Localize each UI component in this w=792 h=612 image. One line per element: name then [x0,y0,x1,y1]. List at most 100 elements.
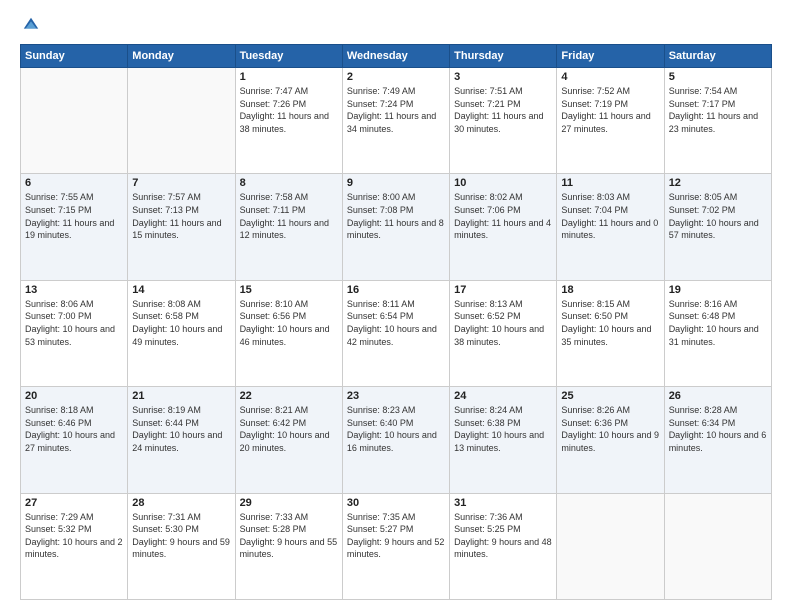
day-number: 9 [347,177,445,189]
day-info: Sunrise: 8:13 AMSunset: 6:52 PMDaylight:… [454,298,552,348]
calendar-cell: 20 Sunrise: 8:18 AMSunset: 6:46 PMDayligh… [21,387,128,493]
logo-icon [22,16,40,34]
day-number: 21 [132,390,230,402]
day-info: Sunrise: 8:28 AMSunset: 6:34 PMDaylight:… [669,404,767,454]
day-number: 26 [669,390,767,402]
day-info: Sunrise: 8:21 AMSunset: 6:42 PMDaylight:… [240,404,338,454]
day-info: Sunrise: 8:11 AMSunset: 6:54 PMDaylight:… [347,298,445,348]
day-number: 1 [240,71,338,83]
day-number: 27 [25,497,123,509]
weekday-header-sunday: Sunday [21,45,128,68]
calendar-cell: 3Sunrise: 7:51 AMSunset: 7:21 PMDaylight… [450,68,557,174]
calendar-cell: 5Sunrise: 7:54 AMSunset: 7:17 PMDaylight… [664,68,771,174]
day-number: 24 [454,390,552,402]
day-number: 11 [561,177,659,189]
calendar-week-4: 20 Sunrise: 8:18 AMSunset: 6:46 PMDayligh… [21,387,772,493]
day-info: Sunrise: 8:18 AMSunset: 6:46 PMDaylight:… [25,404,123,454]
day-info: Sunrise: 7:52 AMSunset: 7:19 PMDaylight:… [561,85,659,135]
calendar-cell: 18 Sunrise: 8:15 AMSunset: 6:50 PMDayligh… [557,280,664,386]
calendar-cell: 6 Sunrise: 7:55 AMSunset: 7:15 PMDaylight… [21,174,128,280]
calendar-cell: 15 Sunrise: 8:10 AMSunset: 6:56 PMDayligh… [235,280,342,386]
day-info: Sunrise: 7:58 AMSunset: 7:11 PMDaylight:… [240,191,338,241]
day-number: 28 [132,497,230,509]
day-number: 25 [561,390,659,402]
day-info: Sunrise: 7:29 AMSunset: 5:32 PMDaylight:… [25,511,123,561]
day-info: Sunrise: 7:55 AMSunset: 7:15 PMDaylight:… [25,191,123,241]
calendar-cell: 11 Sunrise: 8:03 AMSunset: 7:04 PMDayligh… [557,174,664,280]
calendar-cell: 21 Sunrise: 8:19 AMSunset: 6:44 PMDayligh… [128,387,235,493]
weekday-header-monday: Monday [128,45,235,68]
weekday-header-friday: Friday [557,45,664,68]
calendar-cell: 10 Sunrise: 8:02 AMSunset: 7:06 PMDayligh… [450,174,557,280]
day-info: Sunrise: 8:15 AMSunset: 6:50 PMDaylight:… [561,298,659,348]
day-info: Sunrise: 8:24 AMSunset: 6:38 PMDaylight:… [454,404,552,454]
day-number: 22 [240,390,338,402]
day-info: Sunrise: 8:06 AMSunset: 7:00 PMDaylight:… [25,298,123,348]
day-number: 6 [25,177,123,189]
day-number: 2 [347,71,445,83]
day-info: Sunrise: 7:57 AMSunset: 7:13 PMDaylight:… [132,191,230,241]
calendar-cell: 1 Sunrise: 7:47 AMSunset: 7:26 PMDaylight… [235,68,342,174]
calendar-cell: 31 Sunrise: 7:36 AMSunset: 5:25 PMDayligh… [450,493,557,599]
calendar-cell: 8 Sunrise: 7:58 AMSunset: 7:11 PMDaylight… [235,174,342,280]
day-info: Sunrise: 7:31 AMSunset: 5:30 PMDaylight:… [132,511,230,561]
day-info: Sunrise: 7:35 AMSunset: 5:27 PMDaylight:… [347,511,445,561]
calendar-cell: 19 Sunrise: 8:16 AMSunset: 6:48 PMDayligh… [664,280,771,386]
day-info: Sunrise: 8:23 AMSunset: 6:40 PMDaylight:… [347,404,445,454]
logo [20,16,40,34]
calendar-cell: 14Sunrise: 8:08 AMSunset: 6:58 PMDayligh… [128,280,235,386]
calendar-cell [664,493,771,599]
header [20,16,772,34]
day-info: Sunrise: 8:03 AMSunset: 7:04 PMDaylight:… [561,191,659,241]
day-number: 20 [25,390,123,402]
day-info: Sunrise: 8:26 AMSunset: 6:36 PMDaylight:… [561,404,659,454]
calendar-cell: 30 Sunrise: 7:35 AMSunset: 5:27 PMDayligh… [342,493,449,599]
day-number: 8 [240,177,338,189]
calendar-cell: 23 Sunrise: 8:23 AMSunset: 6:40 PMDayligh… [342,387,449,493]
calendar-week-1: 1 Sunrise: 7:47 AMSunset: 7:26 PMDaylight… [21,68,772,174]
day-info: Sunrise: 7:47 AMSunset: 7:26 PMDaylight:… [240,85,338,135]
day-info: Sunrise: 7:49 AMSunset: 7:24 PMDaylight:… [347,85,445,135]
day-number: 13 [25,284,123,296]
calendar-cell: 9 Sunrise: 8:00 AMSunset: 7:08 PMDaylight… [342,174,449,280]
day-number: 14 [132,284,230,296]
calendar-cell: 22 Sunrise: 8:21 AMSunset: 6:42 PMDayligh… [235,387,342,493]
day-number: 16 [347,284,445,296]
day-number: 18 [561,284,659,296]
calendar-cell [21,68,128,174]
calendar-cell: 2 Sunrise: 7:49 AMSunset: 7:24 PMDaylight… [342,68,449,174]
day-number: 10 [454,177,552,189]
day-number: 19 [669,284,767,296]
calendar-cell [128,68,235,174]
calendar-cell [557,493,664,599]
day-info: Sunrise: 8:05 AMSunset: 7:02 PMDaylight:… [669,191,767,241]
day-number: 17 [454,284,552,296]
day-info: Sunrise: 7:51 AMSunset: 7:21 PMDaylight:… [454,85,552,135]
day-number: 23 [347,390,445,402]
day-info: Sunrise: 8:19 AMSunset: 6:44 PMDaylight:… [132,404,230,454]
day-info: Sunrise: 8:10 AMSunset: 6:56 PMDaylight:… [240,298,338,348]
weekday-header-tuesday: Tuesday [235,45,342,68]
day-number: 15 [240,284,338,296]
day-info: Sunrise: 8:16 AMSunset: 6:48 PMDaylight:… [669,298,767,348]
calendar-cell: 26 Sunrise: 8:28 AMSunset: 6:34 PMDayligh… [664,387,771,493]
day-info: Sunrise: 7:36 AMSunset: 5:25 PMDaylight:… [454,511,552,561]
day-number: 7 [132,177,230,189]
day-number: 31 [454,497,552,509]
calendar-cell: 17 Sunrise: 8:13 AMSunset: 6:52 PMDayligh… [450,280,557,386]
day-number: 29 [240,497,338,509]
calendar-week-5: 27 Sunrise: 7:29 AMSunset: 5:32 PMDayligh… [21,493,772,599]
calendar-cell: 24 Sunrise: 8:24 AMSunset: 6:38 PMDayligh… [450,387,557,493]
calendar-cell: 25 Sunrise: 8:26 AMSunset: 6:36 PMDayligh… [557,387,664,493]
calendar-cell: 12 Sunrise: 8:05 AMSunset: 7:02 PMDayligh… [664,174,771,280]
day-info: Sunrise: 8:02 AMSunset: 7:06 PMDaylight:… [454,191,552,241]
day-number: 12 [669,177,767,189]
day-info: Sunrise: 8:00 AMSunset: 7:08 PMDaylight:… [347,191,445,241]
day-number: 5 [669,71,767,83]
day-number: 30 [347,497,445,509]
day-info: Sunrise: 7:33 AMSunset: 5:28 PMDaylight:… [240,511,338,561]
calendar: SundayMondayTuesdayWednesdayThursdayFrid… [20,44,772,600]
calendar-cell: 29 Sunrise: 7:33 AMSunset: 5:28 PMDayligh… [235,493,342,599]
calendar-cell: 27 Sunrise: 7:29 AMSunset: 5:32 PMDayligh… [21,493,128,599]
calendar-cell: 7 Sunrise: 7:57 AMSunset: 7:13 PMDaylight… [128,174,235,280]
